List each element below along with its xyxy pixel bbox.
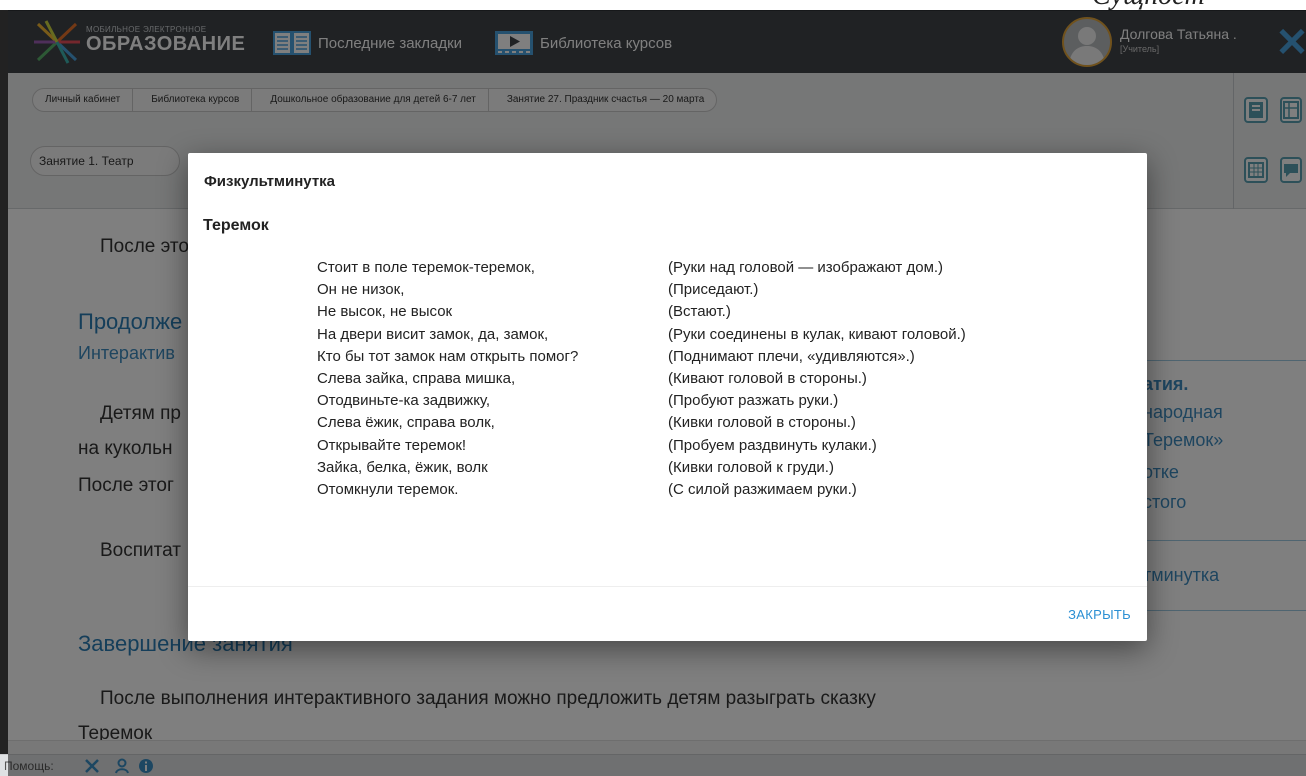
poem-row: Кто бы тот замок нам открыть помог? (Подн… [317,348,1117,370]
poem-row: Отодвиньте-ка задвижку, (Пробуют разжать … [317,392,1117,414]
dialog-title: Физкультминутка [204,173,336,190]
dialog-subtitle: Теремок [203,217,269,234]
poem-action: (Кивки головой в стороны.) [668,414,856,432]
poem-action: (Приседают.) [668,281,759,299]
poem-line: Слева зайка, справа мишка, [317,369,516,387]
poem-line: Отодвиньте-ка задвижку, [317,392,491,410]
poem-row: На двери висит замок, да, замок, (Руки со… [317,326,1117,348]
poem-row: Открывайте теремок! (Пробуем раздвинуть к… [317,437,1117,459]
exercise-dialog: Физкультминутка Теремок Стоит в поле тер… [188,153,1147,641]
poem-line: Слева ёжик, справа волк, [317,414,495,432]
poem-line: Стоит в поле теремок-теремок, [317,259,535,276]
poem-action: (С силой разжимаем руки.) [668,480,857,498]
poem-action: (Пробуем раздвинуть кулаки.) [668,436,877,454]
app-window: Сущност МОБИЛЬНОЕ ЭЛЕКТРОННОЕ ОБРАЗОВАНИ… [0,0,1306,776]
clipped-title: Сущност [1080,0,1306,10]
poem-action: (Кивки головой к груди.) [668,458,834,476]
poem-line: Отомкнули теремок. [317,480,459,498]
poem-row: Стоит в поле теремок-теремок, (Руки над г… [317,259,1117,281]
window-edge [0,10,8,754]
poem-line: Не высок, не высок [317,303,453,321]
poem-action: (Поднимают плечи, «удивляются».) [668,347,915,365]
poem-action: (Встают.) [668,303,731,321]
poem-row: Слева зайка, справа мишка, (Кивают голово… [317,370,1117,392]
poem-table: Стоит в поле теремок-теремок, (Руки над г… [317,259,1117,503]
poem-row: Не высок, не высок (Встают.) [317,303,1117,325]
poem-action: (Кивают головой в стороны.) [668,369,867,387]
poem-action: (Пробуют разжать руки.) [668,392,839,410]
poem-row: Отомкнули теремок. (С силой разжимаем рук… [317,481,1117,503]
poem-row: Зайка, белка, ёжик, волк (Кивки головой к… [317,459,1117,481]
poem-line: Зайка, белка, ёжик, волк [317,458,488,476]
poem-row: Он не низок, (Приседают.) [317,281,1117,303]
dialog-footer: ЗАКРЫТЬ [188,586,1147,641]
poem-line: На двери висит замок, да, замок, [317,325,549,343]
poem-action: (Руки над головой — изображают дом.) [668,259,944,276]
poem-action: (Руки соединены в кулак, кивают головой.… [668,325,966,343]
poem-line: Открывайте теремок! [317,436,467,454]
poem-line: Он не низок, [317,281,405,299]
poem-line: Кто бы тот замок нам открыть помог? [317,347,579,365]
close-button[interactable]: ЗАКРЫТЬ [1068,607,1131,622]
poem-row: Слева ёжик, справа волк, (Кивки головой в… [317,414,1117,436]
